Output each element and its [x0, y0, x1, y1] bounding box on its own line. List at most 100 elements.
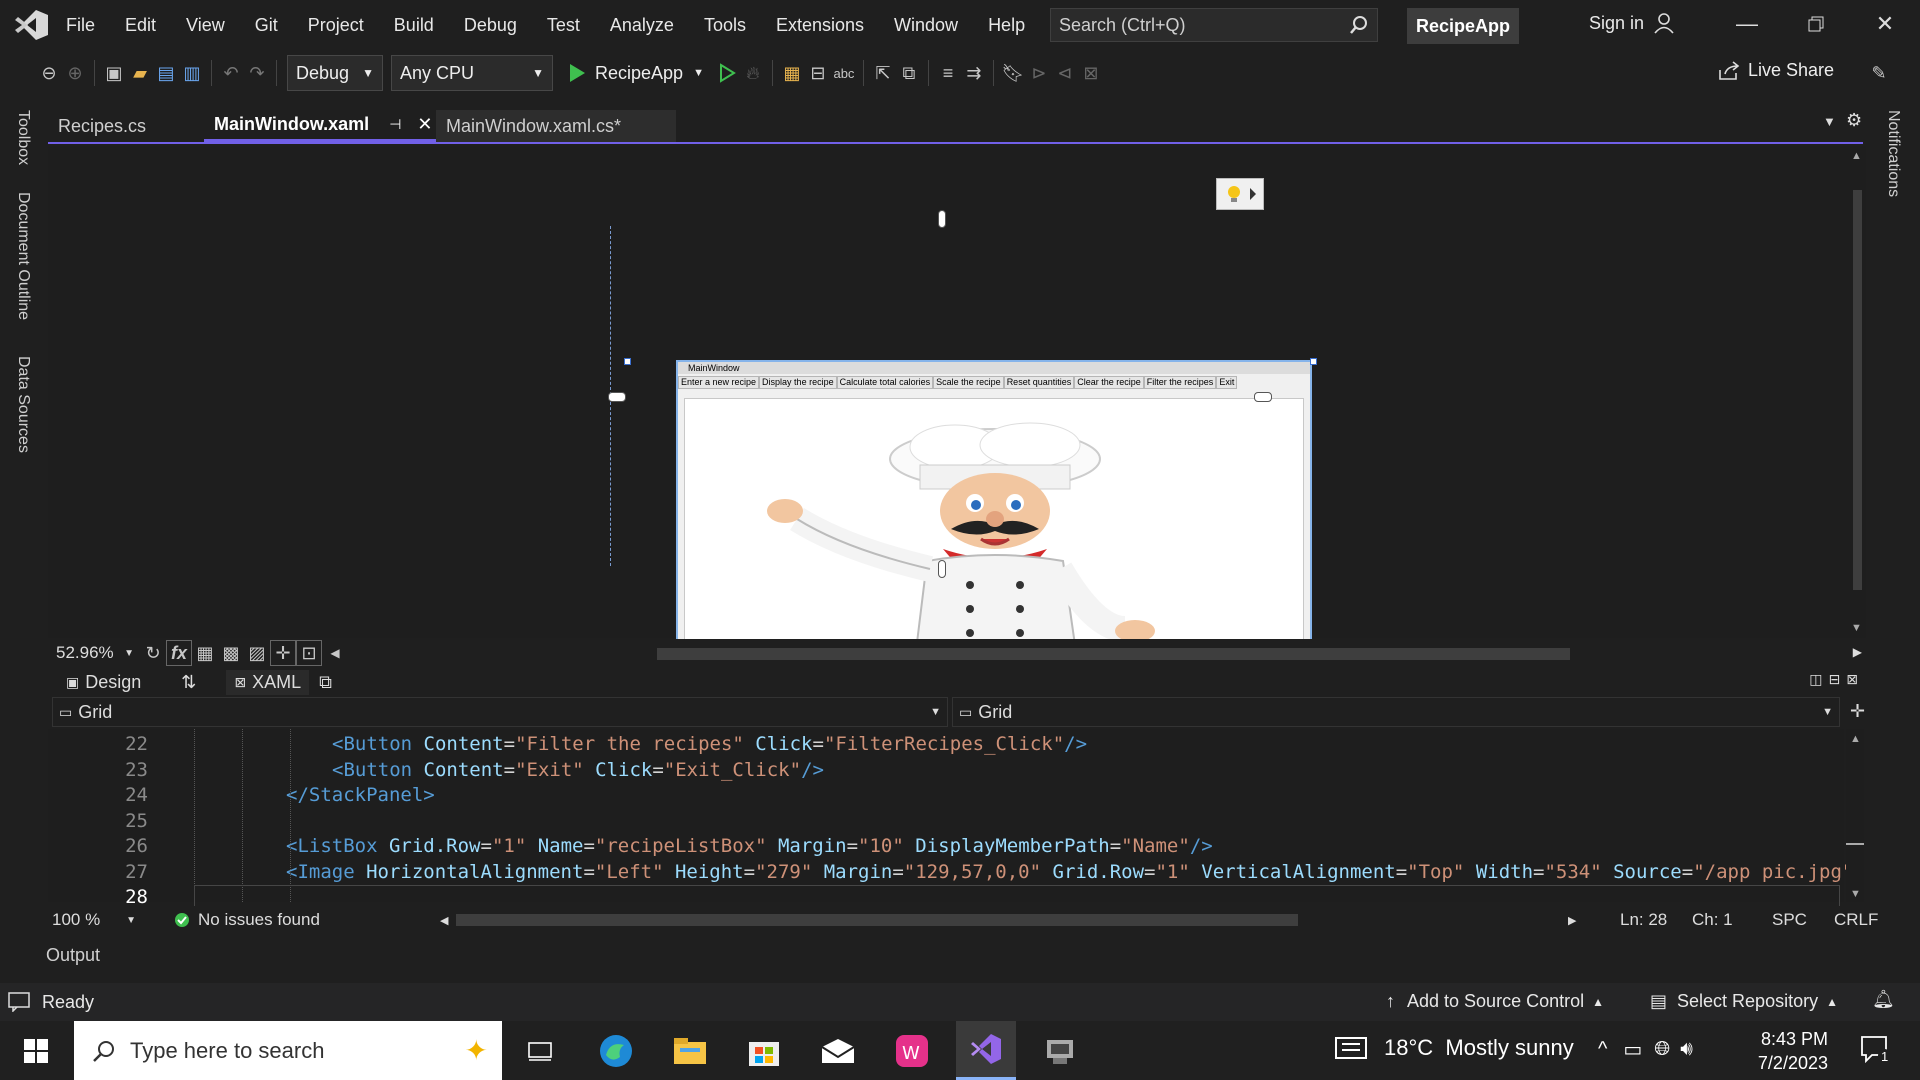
issues-indicator[interactable]: No issues found	[174, 910, 320, 930]
select-repository-button[interactable]: ▤ Select Repository ▲	[1650, 991, 1838, 1012]
quick-actions-lightbulb-icon[interactable]	[1216, 178, 1264, 210]
scroll-right-icon[interactable]: ▶	[1568, 914, 1576, 927]
left-element-selector[interactable]: ▭ Grid ▼	[52, 697, 948, 727]
edge-browser-icon[interactable]	[586, 1021, 646, 1080]
line-ending-indicator[interactable]: CRLF	[1834, 910, 1878, 930]
save-all-icon[interactable]: ▥	[179, 60, 205, 86]
chain-link-icon[interactable]	[938, 210, 946, 228]
split-editor-icon[interactable]: ✛	[1850, 701, 1865, 722]
designer-vertical-scrollbar[interactable]: ▲ ▼	[1848, 146, 1866, 638]
fx-effects-icon[interactable]: fx	[166, 640, 192, 666]
data-sources-tab[interactable]: Data Sources	[14, 356, 32, 453]
menu-item-project[interactable]: Project	[308, 15, 364, 36]
new-project-icon[interactable]: ▣	[101, 60, 127, 86]
scroll-left-icon[interactable]: ◀	[322, 640, 348, 666]
code-line[interactable]: <Button Content="Filter the recipes" Cli…	[332, 733, 1087, 755]
comment-icon[interactable]: ≡	[935, 60, 961, 86]
battery-icon[interactable]: ▭	[1623, 1037, 1642, 1062]
visual-studio-taskbar-icon[interactable]	[956, 1021, 1016, 1080]
settings-gear-icon[interactable]: ⚙	[1846, 110, 1862, 131]
scroll-thumb[interactable]	[1853, 190, 1862, 590]
start-without-debugging-icon[interactable]	[714, 60, 740, 86]
resize-handle[interactable]	[1310, 358, 1317, 365]
preview-button[interactable]: Filter the recipes	[1143, 376, 1217, 389]
document-outline-tab[interactable]: Document Outline	[14, 192, 32, 320]
line-indicator[interactable]: Ln: 28	[1620, 910, 1667, 930]
artboard-icon[interactable]: ▩	[218, 640, 244, 666]
display-layout-adorners-icon[interactable]: ⧉	[896, 60, 922, 86]
tab-list-dropdown-icon[interactable]: ▼	[1823, 114, 1836, 129]
next-bookmark-icon[interactable]: ⊲	[1052, 60, 1078, 86]
code-horizontal-scroll-thumb[interactable]	[456, 914, 1298, 926]
preview-button[interactable]: Display the recipe	[759, 376, 837, 389]
add-to-source-control-button[interactable]: ↑ Add to Source Control ▲	[1386, 991, 1604, 1012]
refresh-icon[interactable]: ↻	[140, 640, 166, 666]
network-globe-icon[interactable]: 🌐︎	[1654, 1038, 1670, 1061]
code-line[interactable]: </StackPanel>	[286, 784, 435, 806]
collapse-pane-icon[interactable]: ⊠	[1846, 671, 1858, 688]
save-icon[interactable]: ▤	[153, 60, 179, 86]
clock[interactable]: 8:43 PM 7/2/2023	[1744, 1027, 1828, 1075]
preview-button[interactable]: Scale the recipe	[933, 376, 1004, 389]
menu-item-window[interactable]: Window	[894, 15, 958, 36]
clear-bookmarks-icon[interactable]: ⊠	[1078, 60, 1104, 86]
menu-item-file[interactable]: File	[66, 15, 95, 36]
pin-icon[interactable]: ⊣	[389, 116, 401, 133]
task-view-icon[interactable]	[510, 1021, 570, 1080]
microsoft-store-icon[interactable]	[734, 1021, 794, 1080]
resize-handle[interactable]	[624, 358, 631, 365]
file-explorer-icon[interactable]	[660, 1021, 720, 1080]
code-line[interactable]: <Button Content="Exit" Click="Exit_Click…	[332, 759, 824, 781]
menu-item-debug[interactable]: Debug	[464, 15, 517, 36]
vertical-split-icon[interactable]: ◫	[1809, 671, 1822, 688]
forward-icon[interactable]: ⊕	[62, 60, 88, 86]
grid-icon[interactable]: ▦	[192, 640, 218, 666]
preview-button[interactable]: Exit	[1216, 376, 1238, 389]
tab-mainwindow-xaml-cs[interactable]: MainWindow.xaml.cs*	[436, 110, 676, 142]
popout-xaml-icon[interactable]: ⧉	[319, 672, 332, 693]
open-folder-icon[interactable]: ▰	[127, 60, 153, 86]
whitespace-indicator[interactable]: SPC	[1772, 910, 1807, 930]
swap-panes-icon[interactable]: ⇅	[181, 672, 196, 693]
close-window-button[interactable]: ✕	[1865, 8, 1905, 40]
speaker-icon[interactable]: 🔊︎	[1680, 1038, 1693, 1061]
notifications-tab[interactable]: Notifications	[1884, 110, 1902, 197]
tab-mainwindow-xaml[interactable]: MainWindow.xaml ⊣ ✕	[204, 110, 436, 142]
platform-dropdown[interactable]: Any CPU ▼	[391, 55, 553, 91]
windows-start-icon[interactable]	[6, 1021, 66, 1080]
spell-check-icon[interactable]: abc	[831, 60, 857, 86]
xaml-designer-surface[interactable]: MainWindow Enter a new recipe Display the…	[48, 146, 1848, 723]
checkerboard-icon[interactable]: ▨	[244, 640, 270, 666]
menu-item-git[interactable]: Git	[255, 15, 278, 36]
design-tab[interactable]: ▣ Design	[66, 672, 141, 693]
uncomment-icon[interactable]: ⇉	[961, 60, 987, 86]
close-tab-icon[interactable]: ✕	[417, 114, 432, 135]
horizontal-split-icon[interactable]: ⊟	[1829, 671, 1841, 688]
preview-button[interactable]: Calculate total calories	[836, 376, 934, 389]
menu-item-extensions[interactable]: Extensions	[776, 15, 864, 36]
menu-item-build[interactable]: Build	[394, 15, 434, 36]
undo-icon[interactable]: ↶	[218, 60, 244, 86]
toolbox-tab[interactable]: Toolbox	[14, 110, 32, 165]
code-vertical-scrollbar[interactable]: ▲ ▼	[1846, 729, 1864, 902]
weather-widget[interactable]: 18°C Mostly sunny	[1334, 1035, 1574, 1061]
zoom-dropdown[interactable]: 52.96% ▼	[48, 640, 140, 666]
output-panel-tab[interactable]: Output	[46, 945, 100, 966]
menu-item-help[interactable]: Help	[988, 15, 1025, 36]
menu-item-analyze[interactable]: Analyze	[610, 15, 674, 36]
designer-horizontal-scroll-thumb[interactable]	[657, 648, 1570, 660]
column-indicator[interactable]: Ch: 1	[1692, 910, 1733, 930]
solution-explorer-icon[interactable]: ▦	[779, 60, 805, 86]
action-center-icon[interactable]: 1	[1860, 1035, 1892, 1064]
taskbar-search-box[interactable]: Type here to search ✦	[74, 1021, 502, 1080]
configuration-dropdown[interactable]: Debug ▼	[287, 55, 383, 91]
menu-item-tools[interactable]: Tools	[704, 15, 746, 36]
notification-bell-icon[interactable]: 🔔︎	[1872, 989, 1895, 1010]
restore-button[interactable]	[1796, 8, 1836, 40]
run-button[interactable]: RecipeApp ▼	[567, 62, 704, 84]
scroll-right-icon[interactable]: ▶	[1853, 645, 1862, 659]
preview-button[interactable]: Clear the recipe	[1074, 376, 1144, 389]
preview-button[interactable]: Reset quantities	[1003, 376, 1075, 389]
chain-link-icon[interactable]	[608, 392, 626, 402]
bookmark-icon[interactable]: 🔖︎	[1000, 60, 1026, 86]
